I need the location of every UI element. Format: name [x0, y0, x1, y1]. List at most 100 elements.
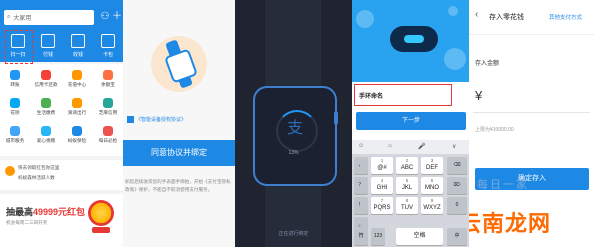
grid-label: 城市服务	[5, 138, 25, 143]
agree-bind-button[interactable]: 同意协议并绑定	[123, 140, 235, 166]
other-payment-link[interactable]: 其他支付方式	[549, 13, 582, 21]
search-icon: ⌕	[7, 14, 11, 20]
key-letters: PQRS	[373, 205, 391, 211]
grid-label: 生活缴费	[36, 110, 56, 115]
page-title: 存入零花钱	[489, 14, 524, 21]
punct-key[interactable]: ，	[354, 157, 368, 174]
home-icon[interactable]: ⌂	[388, 143, 392, 149]
transfer-icon	[10, 70, 20, 80]
grid-item[interactable]: 转账	[0, 70, 30, 88]
binding-status: 正在进行绑定	[278, 231, 309, 237]
grid-item[interactable]: 爱心捐赠	[31, 126, 61, 144]
quick-label: 扫一扫	[10, 52, 26, 58]
contacts-icon[interactable]: ⚇	[99, 10, 111, 24]
huabei-icon	[10, 98, 20, 108]
agree-checkbox[interactable]	[127, 116, 134, 124]
backspace-icon[interactable]: ⌫	[447, 157, 467, 174]
collapse-icon[interactable]: ∨	[452, 143, 456, 150]
grid-item[interactable]: 信用卡还款	[31, 70, 61, 88]
add-icon[interactable]: ＋	[111, 10, 123, 24]
progress-percent: 13%	[288, 150, 299, 156]
device-name-field[interactable]: 手环命名	[354, 84, 452, 106]
watch-strap-top	[265, 0, 321, 90]
nav-bar: ‹ 存入零花钱 其他支付方式	[469, 0, 594, 35]
key-4[interactable]: 4 GHI	[371, 177, 393, 194]
amount-label: 存入金额	[475, 61, 500, 67]
grid-item[interactable]: 花呗	[0, 98, 30, 116]
key-letters: GHI	[376, 185, 388, 191]
key-letters: @#	[377, 165, 387, 171]
quick-pay[interactable]: 付钱	[33, 34, 63, 62]
emoji-icon[interactable]: ☺	[358, 143, 364, 149]
symbol-key[interactable]: 符	[354, 228, 368, 245]
key-number: 8	[405, 198, 409, 203]
zero-key[interactable]: 0	[447, 197, 467, 214]
news-item[interactable]: 快去领取红包你这里	[18, 165, 59, 171]
key-5[interactable]: 5 JKL	[396, 177, 418, 194]
key-6[interactable]: 6 MNO	[421, 177, 443, 194]
limit-hint: 上限为¥10000.00	[475, 127, 514, 133]
chinese-key[interactable]: 中	[447, 228, 467, 245]
watch-illustration	[151, 36, 207, 92]
bubble	[444, 48, 466, 70]
key-number: 3	[430, 158, 434, 163]
space-key[interactable]: 空格	[396, 228, 443, 245]
pay-code-icon	[41, 34, 55, 48]
punct-key[interactable]: ！	[354, 197, 368, 214]
grid-label: 滴滴出行	[67, 110, 87, 115]
key-8[interactable]: 8 TUV	[396, 197, 418, 214]
back-icon[interactable]: ‹	[475, 9, 478, 20]
sesame-icon	[103, 98, 113, 108]
bills-icon	[41, 98, 51, 108]
key-9[interactable]: 9 WXYZ	[421, 197, 443, 214]
search-bar[interactable]: ⌕ 大家用	[4, 10, 94, 25]
key-2[interactable]: 2 ABC	[396, 157, 418, 174]
quick-cards[interactable]: 卡包	[93, 34, 123, 62]
key-letters: JKL	[401, 185, 413, 191]
deposit-panel: ‹ 存入零花钱 其他支付方式 存入金额 ¥ 上限为¥10000.00 确定存入 …	[469, 0, 594, 247]
grid-item[interactable]: 蚂蚁保险	[62, 126, 92, 144]
quick-scan[interactable]: 扫一扫	[3, 34, 33, 62]
key-1[interactable]: 1 @#	[371, 157, 393, 174]
promo-banner[interactable]: 抽最高49999元红包 机会每周二三四开奖	[0, 194, 123, 247]
key-number: 7	[380, 198, 384, 203]
grid-item[interactable]: 生活缴费	[31, 98, 61, 116]
agreement-link[interactable]: 《智能设备授权协议》	[136, 117, 186, 123]
grid-label: 信用卡还款	[34, 82, 58, 87]
taxi-icon	[72, 98, 82, 108]
key-number: 6	[430, 178, 434, 183]
grid-item[interactable]: 芝麻信用	[93, 98, 123, 116]
mic-icon[interactable]: 🎤	[418, 143, 425, 150]
grid-item[interactable]: 每日必抢	[93, 126, 123, 144]
keyboard-toolbar: ☺ ⌂ 🎤 ∨	[352, 140, 469, 154]
yuebao-icon	[103, 70, 113, 80]
grid-item[interactable]: 滴滴出行	[62, 98, 92, 116]
clear-key[interactable]: ⌦	[447, 177, 467, 194]
grid-item[interactable]: 充值中心	[62, 70, 92, 88]
alipay-icon: 支	[286, 120, 303, 137]
alipay-home-panel: ⌕ 大家用 ⚇ ＋ 扫一扫 付钱 收钱 卡包 转账 信用卡还款 充值中心 余额宝…	[0, 0, 123, 247]
punct-key[interactable]: ？	[354, 177, 368, 194]
numeric-key[interactable]: 123	[371, 228, 385, 245]
key-number: 5	[405, 178, 409, 183]
service-grid: 转账 信用卡还款 充值中心 余额宝 花呗 生活缴费 滴滴出行 芝麻信用 城市服务…	[0, 64, 123, 156]
agreement-line[interactable]: 《智能设备授权协议》	[127, 116, 186, 124]
name-device-panel: 手环命名 下一步 ☺ ⌂ 🎤 ∨ ， ？ ！ 。 1 @# 2 ABC 3 DEF ⌫…	[352, 0, 469, 247]
key-letters: ABC	[400, 165, 414, 171]
flash-deal-icon	[103, 126, 113, 136]
key-number: 9	[430, 198, 434, 203]
news-feed[interactable]: 快去领取红包你这里 蚂蚁森林活跃人数	[0, 160, 123, 190]
scan-icon	[11, 34, 25, 48]
donate-icon	[41, 126, 51, 136]
keyboard: ☺ ⌂ 🎤 ∨ ， ？ ！ 。 1 @# 2 ABC 3 DEF ⌫ 4 GHI 5 JK…	[352, 140, 469, 247]
amount-input[interactable]: ¥	[475, 88, 482, 103]
key-7[interactable]: 7 PQRS	[371, 197, 393, 214]
grid-item[interactable]: 余额宝	[93, 70, 123, 88]
device-banner	[352, 0, 469, 82]
news-item[interactable]: 蚂蚁森林活跃人数	[18, 175, 55, 181]
quick-collect[interactable]: 收钱	[63, 34, 93, 62]
key-3[interactable]: 3 DEF	[421, 157, 443, 174]
grid-label: 余额宝	[101, 82, 115, 87]
next-button[interactable]: 下一步	[356, 112, 466, 130]
grid-item[interactable]: 城市服务	[0, 126, 30, 144]
